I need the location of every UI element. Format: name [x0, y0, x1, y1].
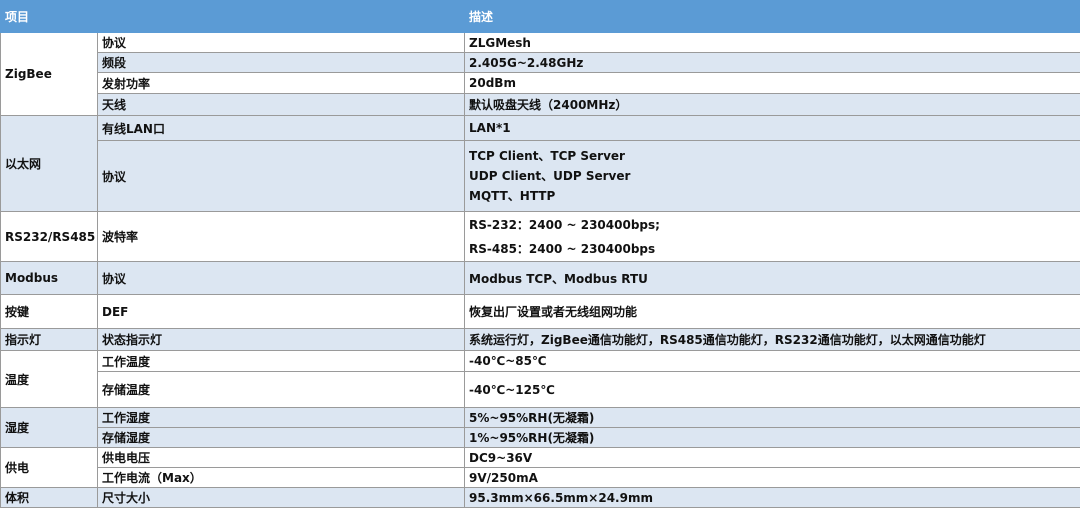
param-value: ZLGMesh [464, 32, 1080, 53]
table-row: 体积 尺寸大小 95.3mm×66.5mm×24.9mm [0, 487, 1080, 508]
param-label: 工作温度 [96, 350, 466, 372]
param-value: -40℃~85℃ [464, 350, 1080, 372]
category-modbus: Modbus [0, 261, 98, 295]
param-value: 20dBm [464, 72, 1080, 94]
param-label: DEF [96, 294, 466, 329]
param-label: 有线LAN口 [96, 115, 466, 141]
param-label: 频段 [96, 52, 466, 73]
param-label: 工作电流（Max） [96, 467, 466, 488]
param-label: 天线 [96, 93, 466, 116]
param-value: 1%~95%RH(无凝霜) [464, 427, 1080, 448]
header-description: 描述 [464, 0, 1080, 33]
spec-table: 项目 描述 ZigBee 协议 ZLGMesh 频段 2.405G~2.48GH… [0, 0, 1080, 508]
table-row: 天线 默认吸盘天线（2400MHz） [1, 93, 1080, 116]
header-item: 项目 [0, 0, 466, 33]
table-row: 湿度 工作湿度 5%~95%RH(无凝霜) [0, 407, 1080, 448]
table-header-row: 项目 描述 [0, 0, 1080, 33]
param-value: -40℃~125℃ [464, 371, 1080, 408]
category-ethernet: 以太网 [0, 115, 98, 212]
table-row: 以太网 有线LAN口 LAN*1 [0, 115, 1080, 212]
param-value: TCP Client、TCP Server UDP Client、UDP Ser… [464, 140, 1080, 212]
param-label: 供电电压 [96, 447, 466, 468]
param-label: 协议 [96, 140, 466, 212]
param-label: 状态指示灯 [96, 328, 466, 351]
value-line: TCP Client、TCP Server [469, 149, 625, 163]
param-label: 波特率 [96, 211, 466, 262]
value-line: RS-485：2400 ~ 230400bps [469, 241, 656, 256]
table-row: 存储湿度 1%~95%RH(无凝霜) [1, 427, 1080, 448]
table-row: 协议 TCP Client、TCP Server UDP Client、UDP … [1, 140, 1080, 212]
category-zigbee: ZigBee [0, 32, 98, 116]
param-label: 存储湿度 [96, 427, 466, 448]
param-value: 默认吸盘天线（2400MHz） [464, 93, 1080, 116]
table-row: Modbus 协议 Modbus TCP、Modbus RTU [0, 261, 1080, 295]
table-row: ZigBee 协议 ZLGMesh [0, 32, 1080, 116]
table-row: 温度 工作温度 -40℃~85℃ [0, 350, 1080, 408]
category-indicator: 指示灯 [0, 328, 98, 351]
value-line: MQTT、HTTP [469, 189, 556, 203]
param-value: 系统运行灯，ZigBee通信功能灯，RS485通信功能灯，RS232通信功能灯，… [464, 328, 1080, 351]
table-row: 频段 2.405G~2.48GHz [1, 52, 1080, 73]
table-row: 供电 供电电压 DC9~36V [0, 447, 1080, 488]
param-label: 协议 [96, 32, 466, 53]
table-row: 发射功率 20dBm [1, 72, 1080, 94]
table-row: 按键 DEF 恢复出厂设置或者无线组网功能 [0, 294, 1080, 329]
param-value: 95.3mm×66.5mm×24.9mm [464, 487, 1080, 508]
param-value: LAN*1 [464, 115, 1080, 141]
param-value: 5%~95%RH(无凝霜) [464, 407, 1080, 428]
param-label: 存储温度 [96, 371, 466, 408]
table-row: 存储温度 -40℃~125℃ [1, 371, 1080, 408]
param-label: 尺寸大小 [96, 487, 466, 508]
param-label: 协议 [96, 261, 466, 295]
param-value: 2.405G~2.48GHz [464, 52, 1080, 73]
param-value: RS-232：2400 ~ 230400bps; RS-485：2400 ~ 2… [464, 211, 1080, 262]
table-row: 工作电流（Max） 9V/250mA [1, 467, 1080, 488]
value-line: UDP Client、UDP Server [469, 169, 631, 183]
value-line: RS-232：2400 ~ 230400bps; [469, 217, 660, 232]
param-label: 工作湿度 [96, 407, 466, 428]
category-humidity: 湿度 [0, 407, 98, 448]
category-power-supply: 供电 [0, 447, 98, 488]
param-value: 9V/250mA [464, 467, 1080, 488]
category-volume: 体积 [0, 487, 98, 508]
category-key: 按键 [0, 294, 98, 329]
category-serial: RS232/RS485 [0, 211, 98, 262]
param-value: Modbus TCP、Modbus RTU [464, 261, 1080, 295]
table-row: 指示灯 状态指示灯 系统运行灯，ZigBee通信功能灯，RS485通信功能灯，R… [0, 328, 1080, 351]
param-label: 发射功率 [96, 72, 466, 94]
param-value: DC9~36V [464, 447, 1080, 468]
category-temperature: 温度 [0, 350, 98, 408]
param-value: 恢复出厂设置或者无线组网功能 [464, 294, 1080, 329]
table-row: RS232/RS485 波特率 RS-232：2400 ~ 230400bps;… [0, 211, 1080, 262]
